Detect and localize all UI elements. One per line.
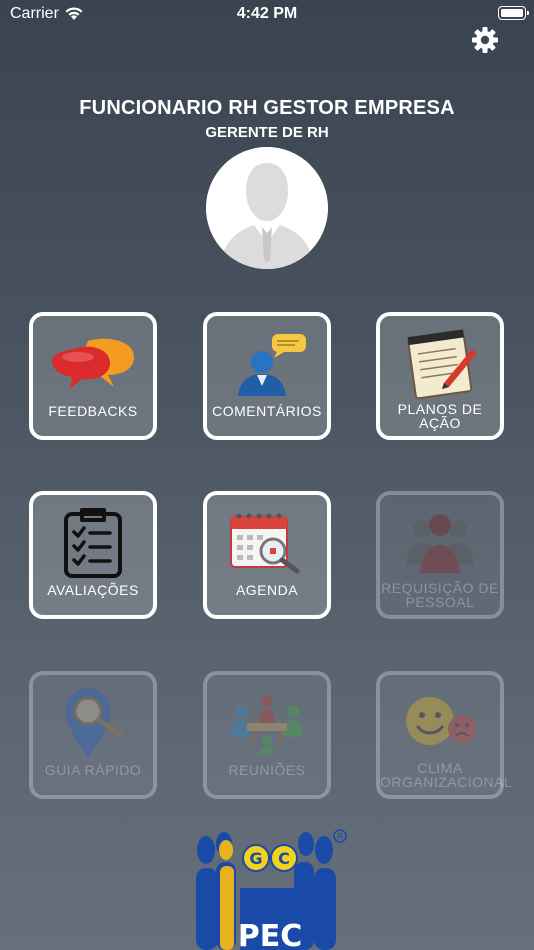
menu-tile-requisicao-de-pessoal[interactable]: REQUISIÇÃO DE PESSOAL — [376, 491, 504, 619]
menu-tile-avaliacoes[interactable]: AVALIAÇÕES — [29, 491, 157, 619]
calendar-magnifier-icon — [230, 513, 300, 574]
tile-label: CLIMA ORGANIZACIONAL — [380, 760, 513, 790]
menu-tile-planos-de-acao[interactable]: PLANOS DE AÇÃO — [376, 312, 504, 440]
tile-label: AVALIAÇÕES — [47, 582, 139, 598]
clock: 4:42 PM — [236, 5, 298, 22]
tile-label: FEEDBACKS — [48, 403, 138, 419]
menu-tile-reunioes[interactable]: REUNIÕES — [203, 671, 331, 799]
menu-tile-comentarios[interactable]: COMENTÁRIOS — [203, 312, 331, 440]
speech-bubbles-icon — [52, 338, 134, 389]
user-role: GERENTE DE RH — [205, 124, 329, 141]
person-comment-icon — [238, 334, 306, 396]
tile-label: PLANOS DE AÇÃO — [380, 402, 500, 430]
user-name: FUNCIONARIO RH GESTOR EMPRESA — [79, 97, 455, 119]
notepad-pencil-icon — [407, 329, 477, 399]
menu-tile-feedbacks[interactable]: FEEDBACKS — [29, 312, 157, 440]
tile-label-line: ORGANIZACIONAL — [380, 774, 513, 790]
tile-label: AGENDA — [235, 582, 299, 598]
status-bar: Carrier 4:42 PM — [0, 0, 534, 30]
map-pin-magnifier-icon — [66, 688, 123, 758]
gcpec-logo: G PEC R C — [196, 829, 347, 950]
tile-label-line: PESSOAL — [405, 594, 475, 610]
tile-label: REQUISIÇÃO DE PESSOAL — [380, 581, 500, 609]
clipboard-checklist-icon — [64, 508, 122, 578]
tile-label-line: AÇÃO — [419, 415, 461, 431]
tile-label-line: REQUISIÇÃO DE — [381, 580, 499, 596]
smiley-faces-icon — [406, 697, 476, 745]
meeting-table-icon — [231, 695, 303, 755]
tile-label: REUNIÕES — [228, 762, 306, 778]
people-group-icon — [406, 514, 474, 573]
tile-label: COMENTÁRIOS — [212, 403, 322, 419]
battery-icon — [498, 6, 529, 20]
tile-label-line: CLIMA — [417, 760, 463, 776]
tile-label: GUIA RÁPIDO — [44, 762, 142, 778]
menu-tile-clima-organizacional[interactable]: CLIMA ORGANIZACIONAL — [376, 671, 513, 799]
menu-tile-agenda[interactable]: AGENDA — [203, 491, 331, 619]
tile-label-line: PLANOS DE — [397, 401, 483, 417]
logo-letter-g: G — [249, 849, 262, 868]
person-silhouette-icon — [206, 147, 328, 269]
registered-mark: R — [337, 833, 343, 843]
avatar — [206, 147, 328, 269]
logo-letter-c: C — [278, 849, 290, 868]
gear-icon[interactable] — [470, 25, 500, 55]
menu-tile-guia-rapido[interactable]: GUIA RÁPIDO — [29, 671, 157, 799]
logo-text-pec: PEC — [238, 919, 303, 950]
